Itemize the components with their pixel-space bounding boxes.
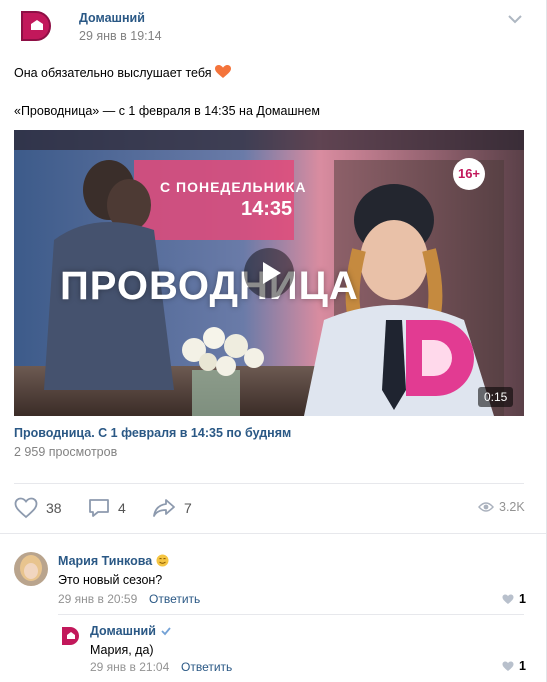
video-overlay-title: ПРОВОДНИЦА — [60, 264, 359, 308]
reply-button[interactable]: Ответить — [149, 592, 200, 606]
heart-icon — [502, 661, 514, 671]
divider — [14, 483, 524, 484]
heart-icon — [502, 594, 514, 604]
heart-icon — [14, 497, 38, 519]
reply-likes-count: 1 — [519, 659, 526, 673]
like-button[interactable]: 38 — [14, 496, 62, 520]
views-count: 3.2K — [499, 500, 525, 514]
play-icon — [263, 262, 281, 284]
comment-button[interactable]: 4 — [88, 496, 126, 520]
eye-icon — [478, 502, 494, 512]
divider — [0, 533, 546, 534]
verified-check-icon — [160, 625, 172, 640]
comment-text: Это новый сезон? — [58, 573, 163, 587]
chevron-down-icon[interactable] — [505, 12, 525, 26]
share-button[interactable]: 7 — [152, 496, 192, 520]
group-name[interactable]: Домашний — [79, 11, 145, 25]
reply-button[interactable]: Ответить — [181, 660, 232, 674]
post-text-line2: «Проводница» — с 1 февраля в 14:35 на До… — [14, 104, 320, 118]
reply-date[interactable]: 29 янв в 21:04 — [90, 660, 169, 674]
video-duration: 0:15 — [478, 387, 514, 407]
video-views: 2 959 просмотров — [14, 445, 118, 459]
group-avatar[interactable] — [14, 8, 62, 48]
reply-author-name[interactable]: Домашний — [90, 624, 156, 638]
reply-like-button[interactable]: 1 — [502, 659, 526, 673]
comment-author-name[interactable]: Мария Тинкова — [58, 554, 152, 568]
age-rating-badge: 16+ — [453, 158, 485, 190]
reply-text: Мария, да) — [90, 643, 154, 657]
comments-count: 4 — [118, 500, 126, 516]
reply-author[interactable]: Домашний — [90, 624, 172, 640]
smile-emoji-icon — [156, 554, 169, 567]
shares-count: 7 — [184, 500, 192, 516]
video-overlay-time: 14:35 — [241, 198, 293, 220]
group-avatar[interactable] — [58, 623, 84, 649]
post-date[interactable]: 29 янв в 19:14 — [79, 29, 162, 43]
video-title-link[interactable]: Проводница. С 1 февраля в 14:35 по будня… — [14, 426, 291, 440]
orange-heart-icon — [214, 65, 231, 79]
post-text: Она обязательно выслушает тебя — [14, 66, 212, 80]
share-icon — [153, 499, 175, 517]
divider — [58, 614, 524, 615]
avatar[interactable] — [14, 552, 48, 586]
play-button[interactable] — [244, 248, 294, 298]
comment-like-button[interactable]: 1 — [502, 592, 526, 606]
post-card: Домашний 29 янв в 19:14 Она обязательно … — [0, 0, 547, 682]
video-overlay-subtitle: С ПОНЕДЕЛЬНИКА — [160, 179, 307, 195]
comment-likes-count: 1 — [519, 592, 526, 606]
comment-icon — [89, 499, 109, 517]
video-player[interactable]: С ПОНЕДЕЛЬНИКА 14:35 ПРОВОДНИЦА 16+ 0:15 — [14, 130, 524, 416]
likes-count: 38 — [46, 500, 62, 516]
comment-date[interactable]: 29 янв в 20:59 — [58, 592, 137, 606]
comment-author[interactable]: Мария Тинкова — [58, 554, 169, 568]
post-views: 3.2K — [478, 500, 525, 514]
post-text-line1: Она обязательно выслушает тебя — [14, 65, 231, 80]
